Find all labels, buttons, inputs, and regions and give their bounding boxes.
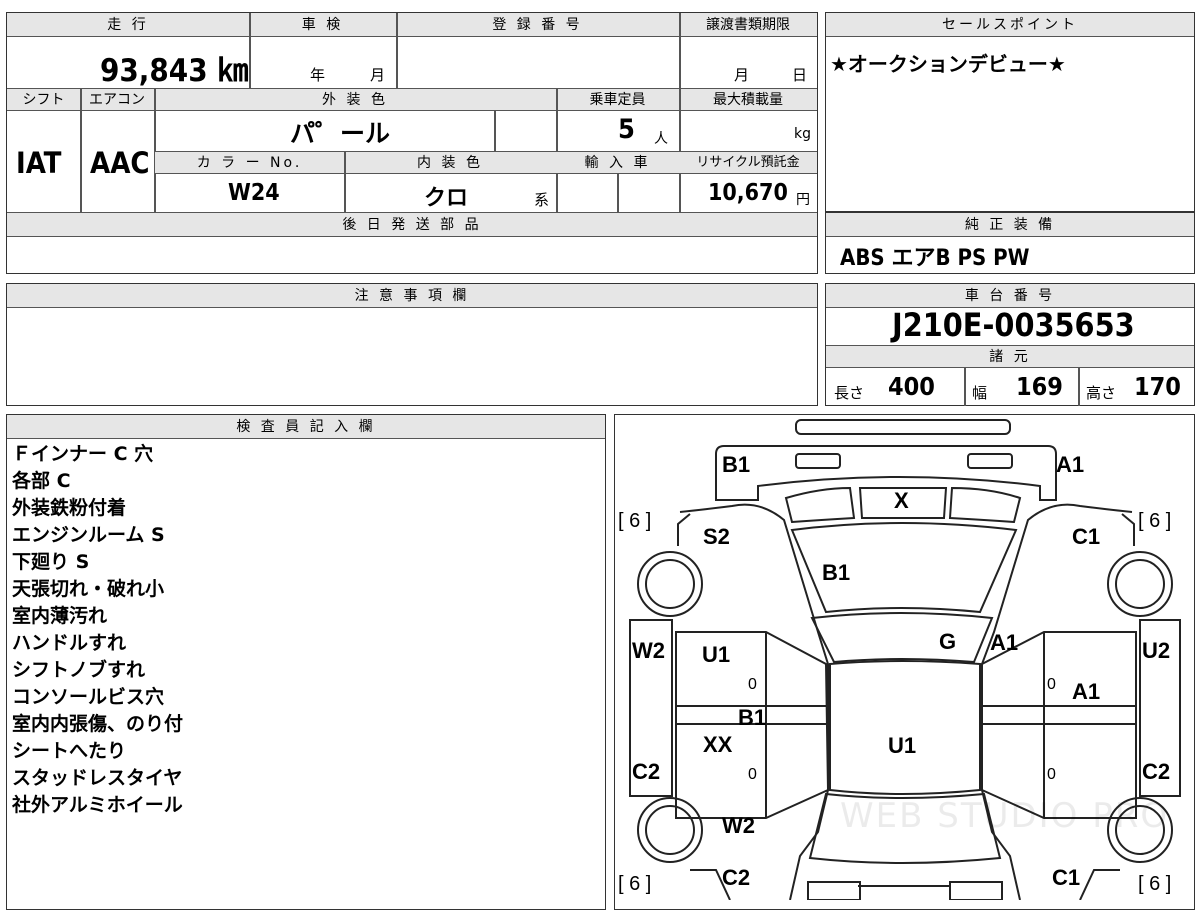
- note-line: エンジンルーム S: [12, 524, 165, 546]
- mark-left-rear: W2: [722, 813, 755, 838]
- mark-hood: B1: [822, 560, 851, 585]
- caution-header: 注 意 事 項 欄: [7, 284, 817, 308]
- mark-zero-2: 0: [1047, 676, 1056, 693]
- exterior-color-value: パ゜ール: [290, 119, 391, 148]
- color-no-value: W24: [228, 180, 280, 206]
- mark-top-center: X: [894, 488, 909, 513]
- mileage-value: 93,843 ㎞: [100, 53, 249, 89]
- max-load-unit: kg: [794, 126, 811, 142]
- recycle-fee-header: リサイクル預託金: [679, 152, 817, 174]
- recycle-fee-value: 10,670: [708, 180, 788, 206]
- note-line: 天張切れ・破れ小: [12, 578, 165, 600]
- inspector-header: 検 査 員 記 入 欄: [7, 415, 605, 439]
- exterior-color-header: 外 装 色: [154, 89, 556, 111]
- chassis-number: J210E-0035653: [892, 306, 1135, 344]
- mark-left-front-door: U1: [702, 642, 731, 667]
- mark-front-left: B1: [722, 452, 751, 477]
- note-line: シートへたり: [12, 740, 127, 762]
- equipment-header: 純 正 装 備: [826, 213, 1194, 237]
- shift-value: IAT: [16, 146, 62, 180]
- note-line: ハンドルすれ: [12, 632, 127, 654]
- mark-left-rear-door: XX: [703, 732, 733, 757]
- mark-left-front-fender: S2: [703, 524, 730, 549]
- length-label: 長さ: [834, 384, 865, 402]
- length-value: 400: [888, 372, 935, 401]
- note-line: 下廻り S: [12, 551, 90, 573]
- tire-front-right: [ 6 ]: [1138, 510, 1172, 532]
- note-line: Ｆインナー C 穴: [12, 443, 154, 465]
- mark-left-pillar: B1: [738, 705, 767, 730]
- mileage-header: 走 行: [7, 13, 249, 37]
- note-line: シフトノブすれ: [12, 659, 146, 681]
- chassis-header: 車 台 番 号: [826, 284, 1194, 308]
- ac-value: AAC: [90, 146, 150, 180]
- mark-zero-3: 0: [748, 766, 757, 783]
- equipment-value: ABS エアB PS PW: [840, 246, 1030, 271]
- spec-header: 諸 元: [826, 346, 1194, 368]
- tire-rear-right: [ 6 ]: [1138, 873, 1172, 895]
- tire-front-left: [ 6 ]: [618, 510, 652, 532]
- height-value: 170: [1134, 372, 1181, 401]
- note-line: 外装鉄粉付着: [12, 497, 127, 519]
- note-line: 室内内張傷、のり付: [12, 713, 184, 735]
- mark-right-rear-quarter: C2: [1142, 759, 1171, 784]
- inspection-header: 車 検: [249, 13, 396, 37]
- capacity-value: 5: [618, 114, 635, 145]
- mark-left-front-door-edge: W2: [632, 638, 665, 663]
- note-line: 各部 C: [12, 470, 71, 492]
- inspection-year: 年: [310, 66, 326, 84]
- note-line: 社外アルミホイール: [12, 794, 183, 816]
- mark-right-front-door-edge: U2: [1142, 638, 1171, 663]
- interior-color-header: 内 装 色: [344, 152, 556, 174]
- transfer-deadline-header: 譲渡書類期限: [679, 13, 817, 37]
- mark-right-front-fender: C1: [1072, 524, 1101, 549]
- recycle-fee-unit: 円: [796, 192, 810, 208]
- inspection-month: 月: [370, 66, 386, 84]
- watermark: WEB STUDIO PRO: [840, 796, 1170, 836]
- shift-header: シフト: [7, 89, 80, 111]
- sales-point-text: ★オークションデビュー★: [830, 52, 1066, 76]
- color-no-header: カ ラ ー No.: [155, 152, 344, 174]
- later-parts-header: 後 日 発 送 部 品: [7, 213, 817, 237]
- sales-point-header: セールスポイント: [826, 13, 1194, 37]
- transfer-day: 日: [792, 66, 808, 84]
- width-value: 169: [1016, 372, 1063, 401]
- max-load-header: 最大積載量: [679, 89, 817, 111]
- mark-right-front-door: A1: [1072, 679, 1101, 704]
- mark-zero-4: 0: [1047, 766, 1056, 783]
- mark-left-rear-quarter: C2: [632, 759, 661, 784]
- tire-rear-left: [ 6 ]: [618, 873, 652, 895]
- capacity-unit: 人: [654, 131, 668, 147]
- transfer-month: 月: [734, 66, 750, 84]
- registration-header: 登 録 番 号: [396, 13, 679, 37]
- mark-zero-1: 0: [748, 676, 757, 693]
- sales-point-block: [825, 12, 1195, 212]
- inspector-notes: Ｆインナー C 穴 各部 C 外装鉄粉付着 エンジンルーム S 下廻り S 天張…: [12, 441, 183, 819]
- mark-front-right: A1: [1056, 452, 1085, 477]
- ac-header: エアコン: [80, 89, 154, 111]
- mark-rear-bottom-right: C1: [1052, 865, 1081, 890]
- note-line: コンソールビス穴: [12, 686, 165, 708]
- width-label: 幅: [972, 384, 988, 402]
- mark-windshield: G: [939, 629, 957, 654]
- note-line: 室内薄汚れ: [12, 605, 108, 627]
- import-header: 輸 入 車: [556, 152, 679, 174]
- mark-roof-front-right: A1: [990, 630, 1019, 655]
- interior-color-value: クロ: [424, 186, 469, 211]
- mark-rear-bottom-left: C2: [722, 865, 751, 890]
- interior-color-suffix: 系: [534, 191, 550, 209]
- mark-roof: U1: [888, 733, 917, 758]
- capacity-header: 乗車定員: [556, 89, 679, 111]
- note-line: スタッドレスタイヤ: [12, 767, 183, 789]
- height-label: 高さ: [1086, 384, 1117, 402]
